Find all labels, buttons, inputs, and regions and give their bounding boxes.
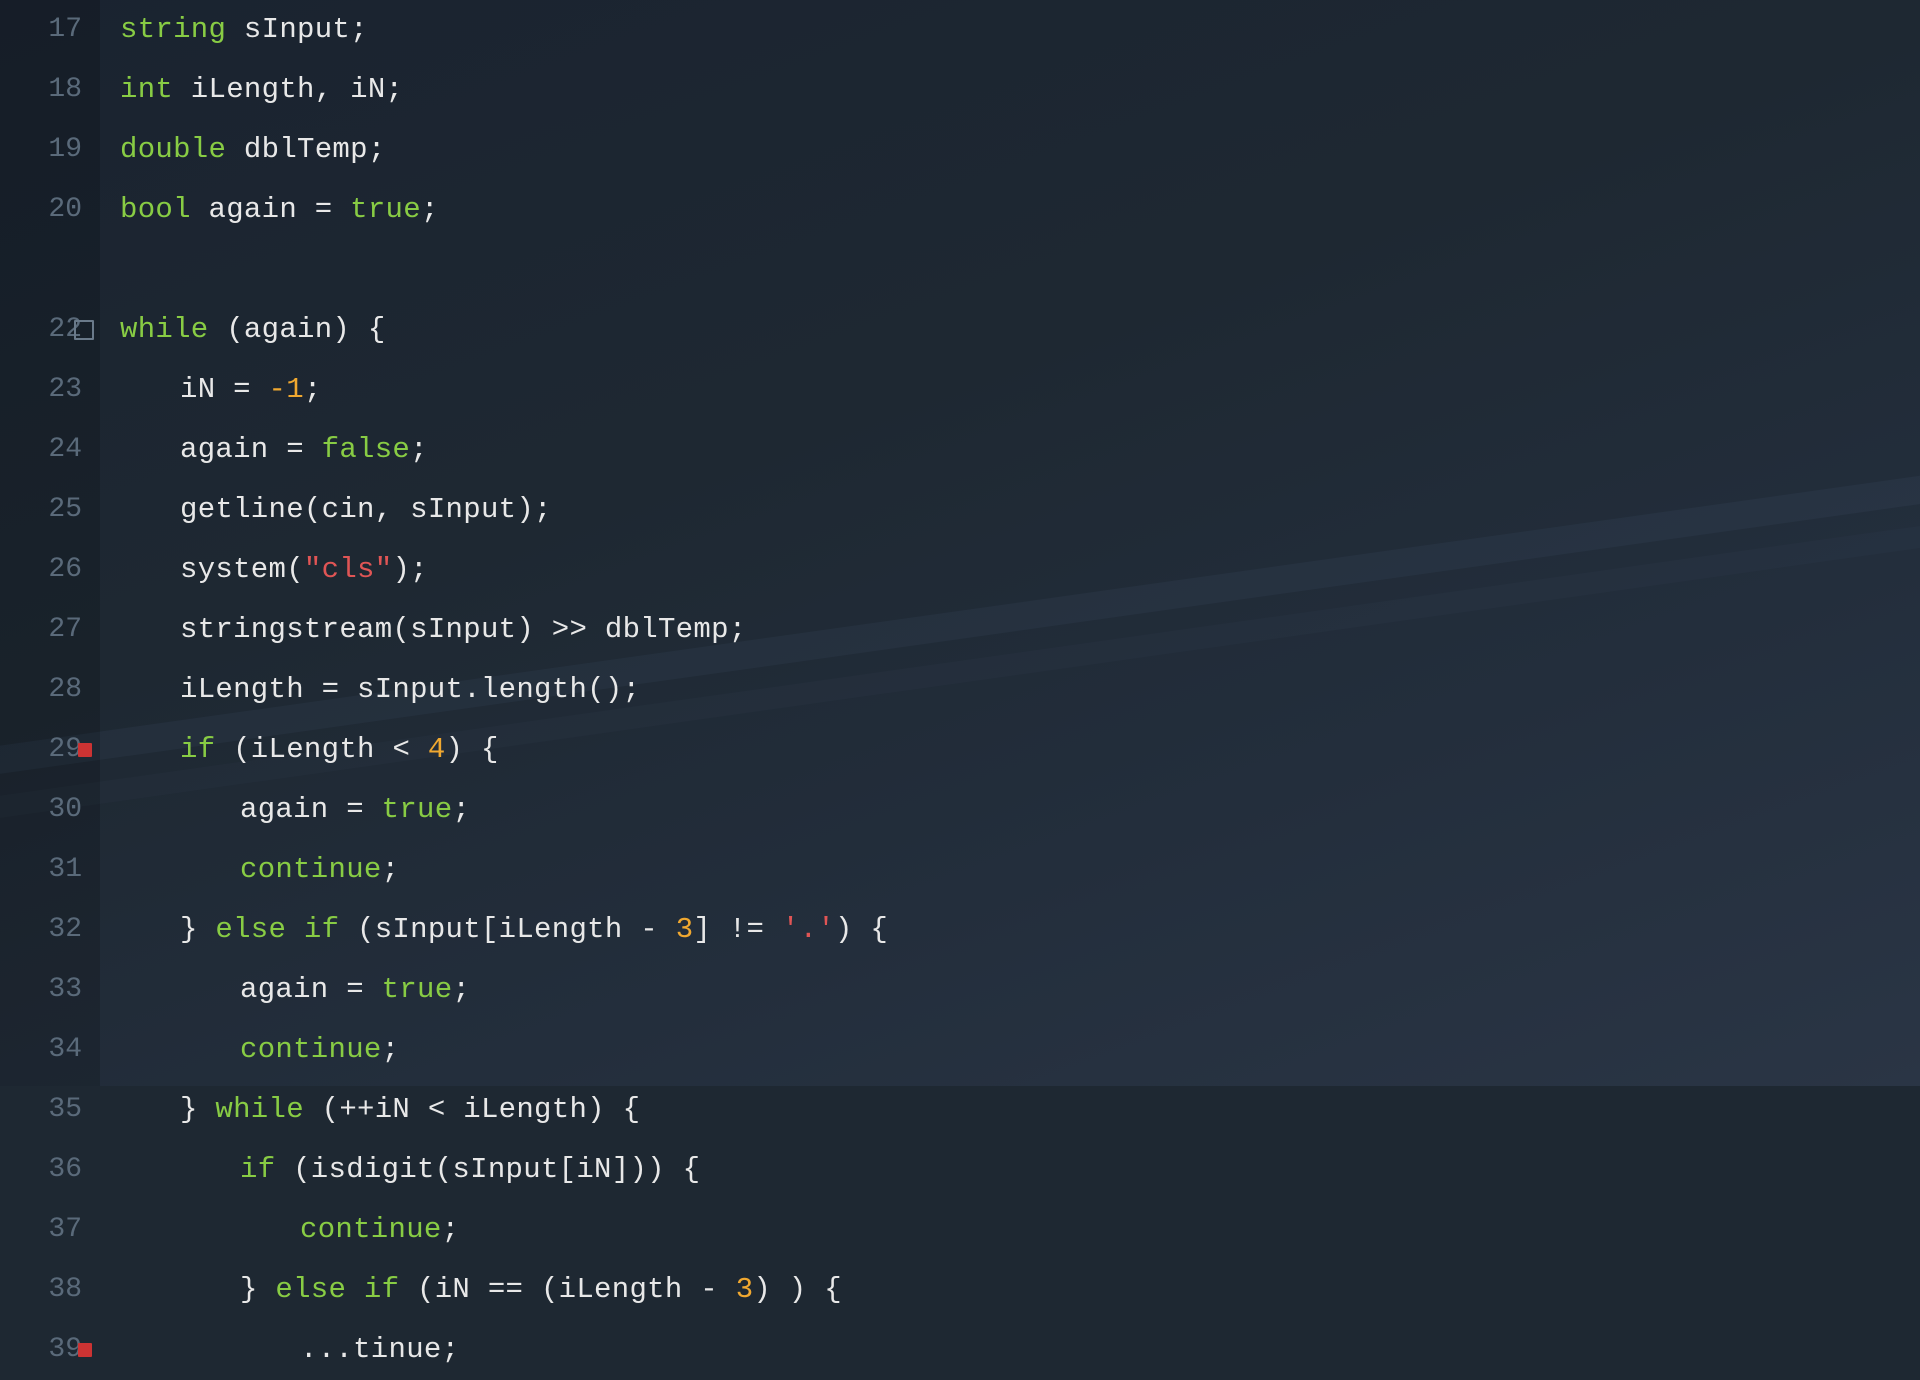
code-line-32: } else if (sInput[iLength - 3] != '.') {: [120, 900, 1920, 960]
code-line-21: [120, 240, 1920, 300]
code-line-37: continue;: [120, 1200, 1920, 1260]
line-num-31: 31: [0, 840, 82, 900]
code-line-28: iLength = sInput.length();: [120, 660, 1920, 720]
line-num-18: 18: [0, 60, 82, 120]
code-line-26: system("cls");: [120, 540, 1920, 600]
code-line-24: again = false;: [120, 420, 1920, 480]
line-num-22: 22: [0, 300, 82, 360]
code-line-34: continue;: [120, 1020, 1920, 1080]
line-num-29: 29: [0, 720, 82, 780]
code-line-22: while (again) {: [120, 300, 1920, 360]
line-num-20: 20: [0, 180, 82, 240]
code-area: string sInput; int iLength, iN; double d…: [100, 0, 1920, 1086]
code-line-19: double dblTemp;: [120, 120, 1920, 180]
code-line-29: if (iLength < 4) {: [120, 720, 1920, 780]
line-num-33: 33: [0, 960, 82, 1020]
line-num-23: 23: [0, 360, 82, 420]
code-line-36: if (isdigit(sInput[iN])) {: [120, 1140, 1920, 1200]
code-line-17: string sInput;: [120, 0, 1920, 60]
line-num-39: 39: [0, 1320, 82, 1380]
code-line-35: } while (++iN < iLength) {: [120, 1080, 1920, 1140]
line-num-19: 19: [0, 120, 82, 180]
line-num-38: 38: [0, 1260, 82, 1320]
code-line-39: ...tinue;: [120, 1320, 1920, 1380]
line-num-36: 36: [0, 1140, 82, 1200]
line-num-25: 25: [0, 480, 82, 540]
code-line-20: bool again = true;: [120, 180, 1920, 240]
code-line-31: continue;: [120, 840, 1920, 900]
code-editor: 17 18 19 20 22 23 24 25 26 27 28 29 30 3…: [0, 0, 1920, 1086]
code-line-38: } else if (iN == (iLength - 3) ) {: [120, 1260, 1920, 1320]
line-num-21: [0, 240, 82, 300]
line-num-17: 17: [0, 0, 82, 60]
line-num-28: 28: [0, 660, 82, 720]
code-line-23: iN = -1;: [120, 360, 1920, 420]
code-line-33: again = true;: [120, 960, 1920, 1020]
line-num-32: 32: [0, 900, 82, 960]
code-line-25: getline(cin, sInput);: [120, 480, 1920, 540]
line-numbers: 17 18 19 20 22 23 24 25 26 27 28 29 30 3…: [0, 0, 100, 1086]
line-num-27: 27: [0, 600, 82, 660]
line-num-35: 35: [0, 1080, 82, 1140]
line-num-34: 34: [0, 1020, 82, 1080]
code-line-18: int iLength, iN;: [120, 60, 1920, 120]
line-num-30: 30: [0, 780, 82, 840]
code-line-30: again = true;: [120, 780, 1920, 840]
line-num-24: 24: [0, 420, 82, 480]
code-line-27: stringstream(sInput) >> dblTemp;: [120, 600, 1920, 660]
line-num-26: 26: [0, 540, 82, 600]
line-num-37: 37: [0, 1200, 82, 1260]
